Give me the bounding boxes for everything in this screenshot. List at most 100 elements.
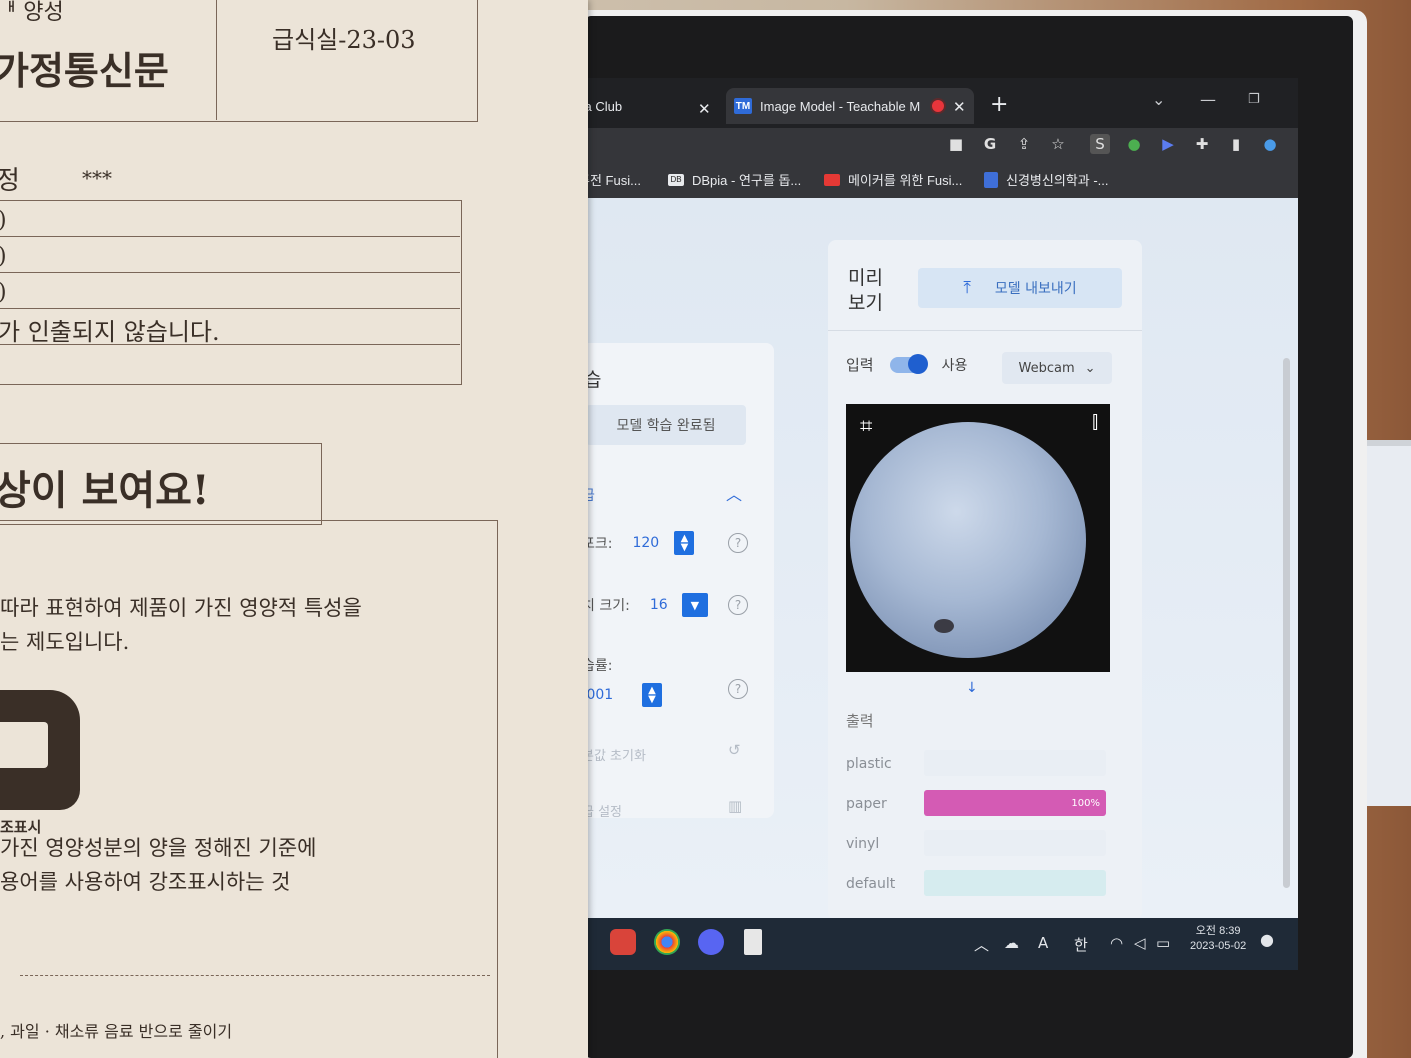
app-icon[interactable]: [610, 929, 636, 955]
windows-taskbar: ︿ ☁ A 한 ◠ ◁ ▭ 오전 8:39 2023-05-02 ●: [586, 918, 1298, 970]
learning-rate-stepper[interactable]: ▲ ▼: [642, 683, 662, 707]
camera-icon[interactable]: ■: [946, 134, 966, 154]
close-window-icon[interactable]: ✕: [1296, 90, 1298, 109]
paragraph-2-line-2: 용어를 사용하여 강조표시하는 것: [0, 870, 291, 894]
learning-rate-field: ,001 ▲▼: [586, 683, 662, 707]
extension-s-icon[interactable]: S: [1090, 134, 1110, 154]
ime-icon[interactable]: 한: [1074, 934, 1088, 955]
browser-tab-bar: tia Club ✕ TM Image Model - Teachable M …: [586, 78, 1298, 128]
scroll-thumb[interactable]: [1283, 358, 1290, 888]
font-icon[interactable]: A: [1038, 934, 1048, 952]
help-icon[interactable]: ?: [728, 679, 748, 699]
footer-text: , 과일 · 채소류 음료 반으로 줄이기: [0, 1022, 233, 1041]
extension-play-icon[interactable]: ▶: [1158, 134, 1178, 154]
batch-size-field: 치 크기: 16 ▼: [586, 593, 708, 617]
form-table: [0, 200, 462, 385]
profile-avatar-icon[interactable]: ●: [1260, 134, 1280, 154]
google-icon[interactable]: G: [980, 134, 1000, 154]
epochs-label: 포크:: [586, 536, 613, 552]
history-icon[interactable]: ↺: [728, 741, 741, 759]
tray-chevron-icon[interactable]: ︿: [974, 934, 989, 955]
discord-icon[interactable]: [698, 929, 724, 955]
teachable-machine-icon: TM: [734, 98, 752, 114]
crop-icon[interactable]: ⌗: [860, 414, 872, 439]
youtube-icon: [824, 173, 840, 186]
help-icon[interactable]: ?: [728, 595, 748, 615]
bookmark-item[interactable]: DB DBpia - 연구를 돕...: [668, 170, 801, 189]
model-trained-button[interactable]: 모델 학습 완료됨: [586, 405, 746, 445]
teachable-machine-page: 습 모델 학습 완료됨 급 ︿ 포크: 120 ▲ ▼ ? 치 크기: 16 ▼ …: [586, 198, 1298, 920]
row-label: 정: [0, 166, 20, 196]
paragraph-2-line-1: 가진 영양성분의 양을 정해진 기준에: [0, 836, 317, 860]
side-panel-icon[interactable]: ▮: [1226, 134, 1246, 154]
document-code: 급식실-23-03: [272, 26, 416, 54]
form-rule: [0, 236, 460, 237]
bookmark-item[interactable]: 퓨전 Fusi...: [586, 170, 641, 189]
row-1: ): [0, 208, 7, 233]
mute-icon[interactable]: ◁: [1134, 934, 1146, 952]
restore-icon[interactable]: ❐: [1248, 92, 1260, 107]
extension-badge-icon[interactable]: ●: [1124, 134, 1144, 154]
puzzle-icon[interactable]: ✚: [1192, 134, 1212, 154]
docs-icon: [984, 171, 998, 188]
new-tab-icon[interactable]: +: [990, 92, 1008, 117]
bookmark-label: 신경병신의학과 -...: [1006, 173, 1109, 188]
bookmark-item[interactable]: 신경병신의학과 -...: [984, 170, 1109, 189]
training-card: 습 모델 학습 완료됨 급 ︿ 포크: 120 ▲ ▼ ? 치 크기: 16 ▼ …: [586, 343, 774, 820]
confidence-label: 100%: [1071, 797, 1100, 809]
bookmark-star-icon[interactable]: ☆: [1048, 134, 1068, 154]
cloud-icon[interactable]: ☁: [1004, 934, 1019, 952]
clock-date: 2023-05-02: [1190, 940, 1247, 952]
batch-size-dropdown-icon[interactable]: ▼: [681, 593, 708, 617]
epochs-stepper[interactable]: ▲ ▼: [674, 531, 695, 555]
close-icon[interactable]: ✕: [953, 98, 966, 116]
page-scrollbar[interactable]: [1280, 208, 1292, 908]
input-toggle[interactable]: [889, 353, 928, 374]
browser-toolbar: ■ G ⇪ ☆ S ● ▶ ✚ ▮ ● ⋮: [586, 128, 1298, 160]
chevron-up-icon[interactable]: ︿: [726, 481, 742, 505]
help-icon[interactable]: ?: [728, 533, 748, 553]
dashed-rule: [20, 975, 490, 976]
notification-icon[interactable]: ●: [1260, 930, 1274, 949]
menu-dots-icon[interactable]: ⋮: [1290, 134, 1299, 154]
learning-rate-input[interactable]: ,001: [586, 687, 642, 703]
clock[interactable]: 오전 8:39 2023-05-02: [1190, 924, 1246, 954]
file-icon[interactable]: [744, 929, 762, 955]
wifi-icon[interactable]: ◠: [1110, 934, 1123, 952]
confidence-fill: [924, 870, 930, 896]
export-model-label: 모델 내보내기: [994, 281, 1077, 297]
confidence-fill: [924, 830, 930, 856]
chevron-down-icon[interactable]: ⌄: [1152, 90, 1165, 109]
reset-defaults-button[interactable]: 본값 초기화: [586, 745, 646, 764]
close-icon[interactable]: ✕: [698, 100, 711, 118]
minimize-icon[interactable]: —: [1200, 90, 1216, 109]
class-name: vinyl: [846, 836, 880, 852]
flip-icon[interactable]: ⫿: [1092, 412, 1098, 433]
class-row: plastic: [846, 756, 924, 772]
webcam-preview: ⌗ ⫿: [846, 404, 1110, 672]
row-3: ): [0, 280, 7, 305]
bookmark-item[interactable]: 메이커를 위한 Fusi...: [824, 170, 962, 189]
preview-card: 미리 보기 ⤒ 모델 내보내기 입력 사용 Webcam ⌄ ⌗ ⫿ ↓ 출력 …: [828, 240, 1142, 920]
upload-icon: ⤒: [963, 278, 971, 298]
source-select[interactable]: Webcam ⌄: [1002, 352, 1112, 384]
export-model-button[interactable]: ⤒ 모델 내보내기: [918, 268, 1122, 308]
chart-icon[interactable]: ▥: [728, 797, 742, 815]
share-icon[interactable]: ⇪: [1014, 134, 1034, 154]
header-left: ᅢ 양성: [0, 0, 64, 25]
chevron-down-icon: ⌄: [1084, 360, 1096, 376]
battery-icon[interactable]: ▭: [1156, 934, 1170, 952]
preview-title: 미리 보기: [848, 267, 883, 314]
bookmarks-bar: 퓨전 Fusi... DB DBpia - 연구를 돕... 메이커를 위한 F…: [586, 160, 1298, 199]
form-rule: [0, 308, 460, 309]
bookmark-label: 퓨전 Fusi...: [586, 173, 641, 188]
form-rule: [0, 272, 460, 273]
tab-label: Image Model - Teachable M: [760, 98, 920, 114]
advanced-settings-button[interactable]: 급 설정: [586, 801, 622, 820]
chrome-icon[interactable]: [654, 929, 680, 955]
nutrition-mark-icon: [0, 690, 80, 810]
laptop-screen: tia Club ✕ TM Image Model - Teachable M …: [586, 78, 1298, 970]
tab-image-model[interactable]: TM Image Model - Teachable M: [726, 88, 974, 124]
epochs-input[interactable]: 120: [632, 535, 664, 551]
batch-size-select[interactable]: 16: [650, 597, 682, 613]
